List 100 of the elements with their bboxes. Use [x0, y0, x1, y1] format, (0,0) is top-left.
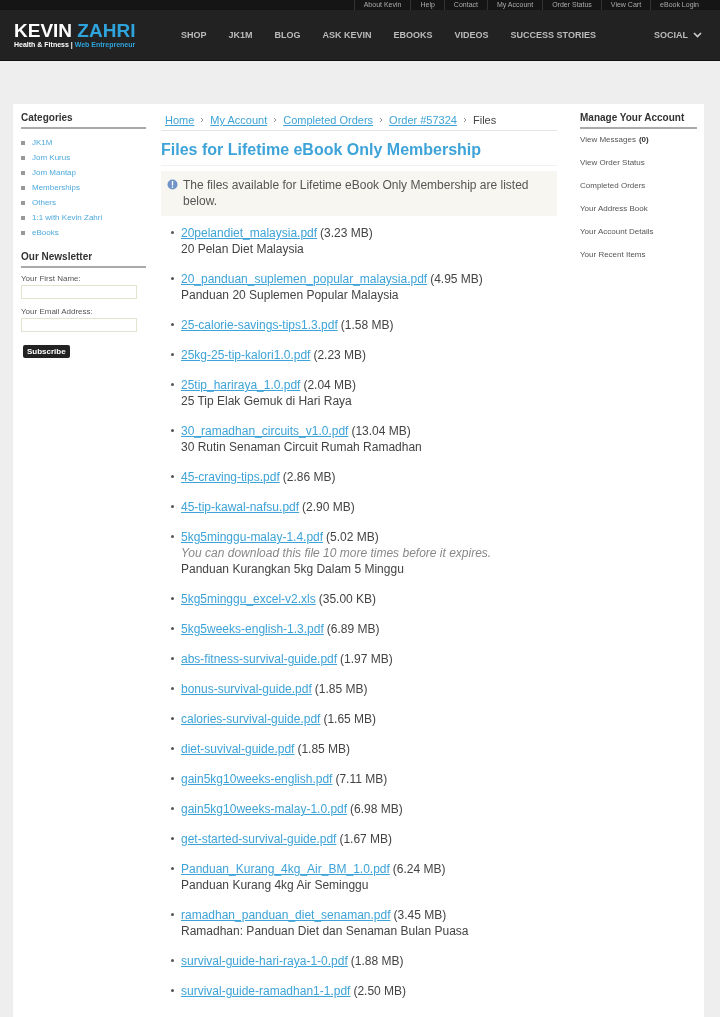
page-title: Files for Lifetime eBook Only Membership [161, 141, 557, 166]
file-description: 30 Rutin Senaman Circuit Rumah Ramadhan [181, 439, 422, 455]
nav-link[interactable]: EBOOKS [393, 30, 433, 40]
logo-text: KEVIN ZAHRI [14, 20, 136, 41]
file-link[interactable]: abs-fitness-survival-guide.pdf [181, 652, 338, 666]
bullet-icon [171, 353, 174, 356]
breadcrumb-link[interactable]: My Account [210, 114, 268, 126]
file-link[interactable]: 5kg5minggu-malay-1.4.pdf [181, 530, 324, 544]
input-field[interactable] [21, 285, 137, 299]
nav-link[interactable]: BLOG [274, 30, 301, 40]
file-description: 20 Pelan Diet Malaysia [181, 241, 305, 257]
bullet-icon [171, 277, 174, 280]
file-link[interactable]: survival-guide-ramadhan1-1.pdf [181, 984, 351, 998]
category-link[interactable]: 1:1 with Kevin Zahri [32, 213, 103, 222]
file-size: (6.98 MB) [350, 802, 403, 816]
social-menu[interactable]: SOCIAL [654, 30, 702, 40]
chevron-icon [693, 32, 702, 38]
bullet-icon [171, 989, 174, 992]
bullet-icon [21, 155, 25, 160]
bullet-icon [171, 597, 174, 600]
file-size: (1.97 MB) [340, 652, 393, 666]
bullet-icon [21, 140, 25, 145]
file-size: (6.89 MB) [326, 622, 380, 636]
message-count: (0) [638, 135, 649, 144]
file-size: (1.67 MB) [339, 832, 393, 846]
account-link[interactable]: Your Account Details [580, 227, 654, 236]
nav-link[interactable]: SHOP [181, 30, 207, 40]
file-size: (2.23 MB) [313, 348, 367, 362]
category-link[interactable]: Others [32, 198, 56, 207]
file-size: (2.86 MB) [282, 470, 336, 484]
file-link[interactable]: 5kg5weeks-english-1.3.pdf [181, 622, 324, 636]
file-link[interactable]: 45-tip-kawal-nafsu.pdf [181, 500, 300, 514]
file-link[interactable]: 25-calorie-savings-tips1.3.pdf [181, 318, 338, 332]
file-link[interactable]: 5kg5minggu_excel-v2.xls [181, 592, 316, 606]
file-link[interactable]: bonus-survival-guide.pdf [181, 682, 312, 696]
separator-icon [273, 117, 278, 123]
account-link[interactable]: Your Recent Items [580, 250, 646, 259]
bullet-icon [171, 323, 174, 326]
breadcrumb-link[interactable]: Completed Orders [283, 114, 374, 126]
category-link[interactable]: Jom Kurus [32, 153, 71, 162]
file-size: (1.88 MB) [350, 954, 404, 968]
bullet-icon [171, 429, 174, 432]
bullet-icon [21, 200, 25, 205]
file-description: Panduan Kurangkan 5kg Dalam 5 Minggu [181, 561, 405, 577]
file-description: Panduan Kurang 4kg Air Seminggu [181, 877, 370, 893]
bullet-icon [171, 777, 174, 780]
subscribe-button[interactable]: Subscribe [23, 345, 70, 358]
bullet-icon [171, 913, 174, 916]
category-link[interactable]: JK1M [32, 138, 53, 147]
input-field[interactable] [21, 318, 137, 332]
bullet-icon [171, 535, 174, 538]
file-size: (4.95 MB) [430, 272, 483, 286]
file-link[interactable]: 25tip_hariraya_1.0.pdf [181, 378, 301, 392]
bullet-icon [21, 215, 25, 220]
file-link[interactable]: calories-survival-guide.pdf [181, 712, 321, 726]
file-size: (35.00 KB) [318, 592, 377, 606]
bullet-icon [171, 383, 174, 386]
file-size: (1.58 MB) [340, 318, 394, 332]
bullet-icon [171, 475, 174, 478]
file-link[interactable]: 30_ramadhan_circuits_v1.0.pdf [181, 424, 349, 438]
nav-link[interactable]: ASK KEVIN [322, 30, 372, 40]
file-link[interactable]: Panduan_Kurang_4kg_Air_BM_1.0.pdf [181, 862, 390, 876]
nav-link[interactable]: JK1M [228, 30, 253, 40]
file-size: (1.85 MB) [314, 682, 368, 696]
category-link[interactable]: Jom Mantap [32, 168, 77, 177]
file-size: (13.04 MB) [351, 424, 411, 438]
bullet-icon [21, 185, 25, 190]
bullet-icon [171, 747, 174, 750]
file-size: (3.45 MB) [393, 908, 447, 922]
bullet-icon [21, 170, 25, 175]
file-link[interactable]: 25kg-25-tip-kalori1.0.pdf [181, 348, 311, 362]
file-description: Panduan 20 Suplemen Popular Malaysia [181, 287, 400, 303]
separator-icon [462, 117, 467, 123]
category-link[interactable]: eBooks [32, 228, 59, 237]
field-label: Your Email Address: [21, 307, 94, 316]
file-link[interactable]: 20_panduan_suplemen_popular_malaysia.pdf [181, 272, 428, 286]
file-link[interactable]: survival-guide-hari-raya-1-0.pdf [181, 954, 348, 968]
download-note: You can download this file 10 more times before it expires. [181, 545, 492, 561]
file-link[interactable]: get-started-survival-guide.pdf [181, 832, 337, 846]
bullet-icon [21, 230, 25, 235]
account-link[interactable]: Your Address Book [580, 204, 648, 213]
file-link[interactable]: gain5kg10weeks-malay-1.0.pdf [181, 802, 348, 816]
breadcrumb-link[interactable]: Order #57324 [389, 114, 457, 126]
bullet-icon [171, 231, 174, 234]
category-link[interactable]: Memberships [32, 183, 80, 192]
file-link[interactable]: 45-craving-tips.pdf [181, 470, 280, 484]
file-size: (2.90 MB) [302, 500, 355, 514]
file-link[interactable]: diet-suvival-guide.pdf [181, 742, 295, 756]
breadcrumb-link[interactable]: Home [165, 114, 195, 126]
field-label: Your First Name: [21, 274, 82, 283]
nav-link[interactable]: VIDEOS [454, 30, 489, 40]
bullet-icon [171, 717, 174, 720]
bullet-icon [171, 959, 174, 962]
account-link[interactable]: View Order Status [580, 158, 645, 167]
file-link[interactable]: 20pelandiet_malaysia.pdf [181, 226, 318, 240]
nav-link[interactable]: SUCCESS STORIES [510, 30, 596, 40]
file-link[interactable]: ramadhan_panduan_diet_senaman.pdf [181, 908, 391, 922]
account-link[interactable]: View Messages [580, 135, 636, 144]
file-link[interactable]: gain5kg10weeks-english.pdf [181, 772, 333, 786]
account-link[interactable]: Completed Orders [580, 181, 646, 190]
